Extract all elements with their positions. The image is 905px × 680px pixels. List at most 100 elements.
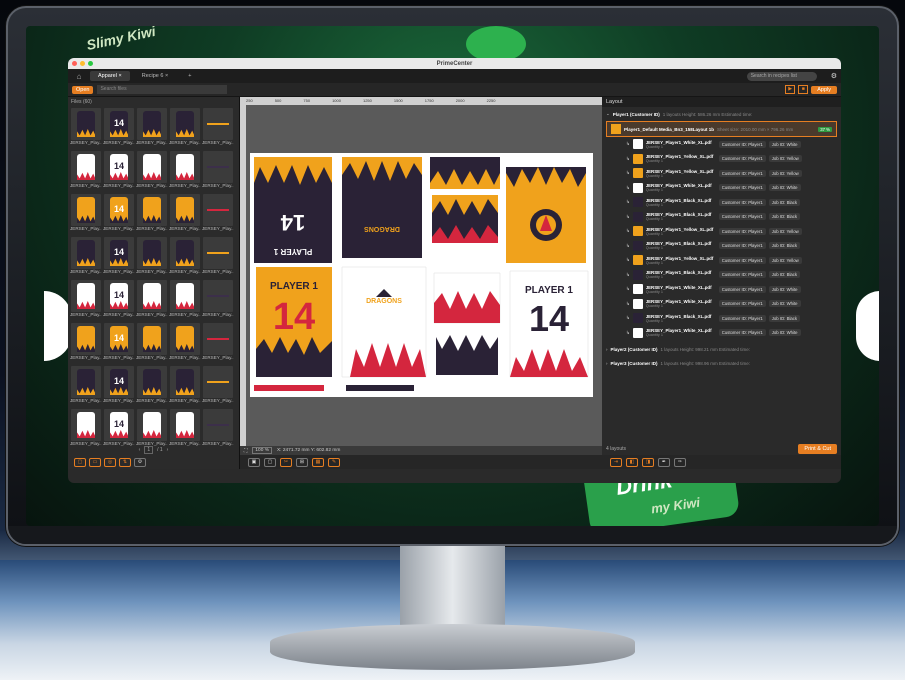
- open-button[interactable]: Open: [72, 85, 94, 94]
- zoom-level[interactable]: 100 %: [252, 447, 272, 454]
- layout-item-row[interactable]: ↳ JERSEY_Player1_Yellow_XL.pdf Quantity 1C…: [602, 152, 841, 167]
- file-thumbnail[interactable]: JERSEY_Play...: [202, 409, 234, 450]
- file-thumbnail[interactable]: JERSEY_Play...: [202, 237, 234, 278]
- file-thumbnail[interactable]: 14 JERSEY_Play...: [103, 108, 135, 149]
- play-icon[interactable]: ▶: [785, 85, 796, 94]
- file-thumbnail[interactable]: JERSEY_Play...: [136, 194, 168, 235]
- layout-item-row[interactable]: ↳ JERSEY_Player1_Yellow_XL.pdf Quantity 1C…: [602, 253, 841, 268]
- layout-item-row[interactable]: ↳ JERSEY_Player1_Black_XL.pdf Quantity 1 Cu…: [602, 195, 841, 210]
- file-thumbnail[interactable]: JERSEY_Play...: [70, 194, 102, 235]
- fit-icon[interactable]: ⛶: [244, 448, 247, 454]
- next-page-icon[interactable]: ›: [167, 447, 169, 453]
- sort-icon[interactable]: ⇅: [119, 458, 131, 467]
- file-thumbnail[interactable]: JERSEY_Play...: [169, 323, 201, 364]
- brush-icon[interactable]: ✎: [328, 457, 340, 467]
- chevron-right-icon[interactable]: ›: [606, 347, 608, 352]
- export-icon[interactable]: ⇥: [610, 457, 622, 467]
- layout-canvas[interactable]: 250 500 750 1000 1250 1500 1750 2000 2250 14 PLA…: [240, 97, 602, 469]
- file-thumbnail[interactable]: JERSEY_Play...: [169, 151, 201, 192]
- file-thumbnail[interactable]: JERSEY_Play...: [70, 366, 102, 407]
- cut-icon[interactable]: ✂: [280, 457, 292, 467]
- file-thumbnail[interactable]: JERSEY_Play...: [202, 194, 234, 235]
- file-thumbnail[interactable]: JERSEY_Play...: [202, 108, 234, 149]
- layout-item-row[interactable]: ↳ JERSEY_Player1_White_XL.pdf Quantity 1 Cu…: [602, 297, 841, 312]
- pen-alt-icon[interactable]: ✑: [674, 457, 686, 467]
- print-sheet[interactable]: 14 PLAYER 1 DRAGONS PLAYER 1 14 DRAGONS …: [250, 153, 593, 397]
- file-thumbnail[interactable]: JERSEY_Play...: [70, 323, 102, 364]
- frame-icon[interactable]: ▢: [264, 457, 276, 467]
- file-thumbnail[interactable]: JERSEY_Play...: [169, 194, 201, 235]
- print-and-cut-button[interactable]: Print & Cut: [798, 444, 837, 454]
- file-thumbnail[interactable]: JERSEY_Play...: [136, 366, 168, 407]
- recipe-search-input[interactable]: Search in recipes list: [746, 71, 817, 81]
- file-icon[interactable]: ▢: [74, 458, 86, 467]
- close-icon[interactable]: ×: [119, 73, 122, 79]
- layout-item-row[interactable]: ↳ JERSEY_Player1_Yellow_XL.pdf Quantity 1C…: [602, 224, 841, 239]
- file-thumbnail[interactable]: JERSEY_Play...: [169, 108, 201, 149]
- layout-item-row[interactable]: ↳ JERSEY_Player1_Black_XL.pdf Quantity 1 Cu…: [602, 268, 841, 283]
- tab-recipe-6[interactable]: Recipe 6 ×: [134, 71, 176, 81]
- file-thumbnail[interactable]: 14 JERSEY_Play...: [103, 366, 135, 407]
- folder-icon[interactable]: ▭: [89, 458, 101, 467]
- file-thumbnail[interactable]: 14 JERSEY_Play...: [103, 409, 135, 450]
- file-thumbnail[interactable]: JERSEY_Play...: [136, 323, 168, 364]
- file-thumbnail[interactable]: JERSEY_Play...: [136, 237, 168, 278]
- file-thumbnail[interactable]: 14 JERSEY_Play...: [103, 151, 135, 192]
- file-thumbnail[interactable]: JERSEY_Play...: [202, 280, 234, 321]
- file-thumbnail[interactable]: JERSEY_Play...: [136, 108, 168, 149]
- save-icon[interactable]: ▣: [248, 457, 260, 467]
- file-thumbnail[interactable]: 14 JERSEY_Play...: [103, 280, 135, 321]
- layout-group-player1[interactable]: ⌄ Player1 (Customer ID) 1 layouts Height…: [602, 107, 841, 121]
- new-tab-button[interactable]: +: [180, 71, 199, 81]
- file-thumbnail[interactable]: JERSEY_Play...: [202, 151, 234, 192]
- settings-icon[interactable]: ⚙: [831, 72, 837, 80]
- pen-icon[interactable]: ✒: [658, 457, 670, 467]
- stop-icon[interactable]: ■: [798, 85, 809, 94]
- layout-item-row[interactable]: ↳ JERSEY_Player1_White_XL.pdf Quantity 1 Cu…: [602, 181, 841, 196]
- file-thumbnail[interactable]: JERSEY_Play...: [169, 237, 201, 278]
- layout-group-player3[interactable]: › Player3 (Customer ID) 1 layouts Height…: [602, 356, 841, 370]
- file-thumbnail[interactable]: 14 JERSEY_Play...: [103, 237, 135, 278]
- prev-page-icon[interactable]: ‹: [139, 447, 141, 453]
- layout-item-row[interactable]: ↳ JERSEY_Player1_White_XL.pdf Quantity 1 Cu…: [602, 137, 841, 152]
- target-icon[interactable]: ◎: [104, 458, 116, 467]
- image-icon[interactable]: ▦: [312, 457, 324, 467]
- tab-apparel[interactable]: Apparel ×: [90, 71, 130, 81]
- layout-group-player2[interactable]: › Player2 (Customer ID) 1 layouts Height…: [602, 342, 841, 356]
- layout-item-row[interactable]: ↳ JERSEY_Player1_Black_XL.pdf Quantity 1 Cu…: [602, 239, 841, 254]
- layout-item-row[interactable]: ↳ JERSEY_Player1_White_XL.pdf Quantity 1 Cu…: [602, 282, 841, 297]
- layers-alt-icon[interactable]: ◨: [642, 457, 654, 467]
- file-thumbnail[interactable]: JERSEY_Play...: [70, 108, 102, 149]
- layout-items: ↳ JERSEY_Player1_White_XL.pdf Quantity 1 Cu…: [602, 137, 841, 340]
- file-thumbnail[interactable]: 14 JERSEY_Play...: [103, 194, 135, 235]
- file-thumbnail[interactable]: JERSEY_Play...: [169, 366, 201, 407]
- file-thumbnail[interactable]: JERSEY_Play...: [169, 280, 201, 321]
- close-icon[interactable]: ×: [165, 73, 168, 79]
- file-thumbnail[interactable]: JERSEY_Play...: [70, 280, 102, 321]
- layout-job-main[interactable]: Player1_Default Media_Bn3_158Layout 1b S…: [606, 121, 837, 137]
- file-thumbnail[interactable]: JERSEY_Play...: [202, 366, 234, 407]
- file-thumbnail[interactable]: JERSEY_Play...: [70, 151, 102, 192]
- file-thumbnail[interactable]: JERSEY_Play...: [169, 409, 201, 450]
- file-thumbnail[interactable]: 14 JERSEY_Play...: [103, 323, 135, 364]
- jersey-back-navy-1: 14 PLAYER 1: [254, 157, 332, 263]
- chevron-down-icon[interactable]: ⌄: [606, 111, 610, 117]
- layers-icon[interactable]: ◧: [626, 457, 638, 467]
- layout-item-row[interactable]: ↳ JERSEY_Player1_White_XL.pdf Quantity 1 Cu…: [602, 326, 841, 341]
- file-thumbnail[interactable]: JERSEY_Play...: [136, 280, 168, 321]
- layout-item-row[interactable]: ↳ JERSEY_Player1_Black_XL.pdf Quantity 1 Cu…: [602, 311, 841, 326]
- grid-icon[interactable]: ⊞: [296, 457, 308, 467]
- file-thumbnail[interactable]: JERSEY_Play...: [136, 409, 168, 450]
- file-thumbnail[interactable]: JERSEY_Play...: [202, 323, 234, 364]
- file-thumbnail[interactable]: JERSEY_Play...: [70, 409, 102, 450]
- chevron-right-icon[interactable]: ›: [606, 361, 608, 366]
- file-thumbnail[interactable]: JERSEY_Play...: [136, 151, 168, 192]
- page-number[interactable]: 1: [144, 446, 154, 454]
- home-icon[interactable]: ⌂: [72, 71, 86, 81]
- search-files-input[interactable]: Search files: [97, 85, 228, 94]
- layout-item-row[interactable]: ↳ JERSEY_Player1_Yellow_XL.pdf Quantity 1C…: [602, 166, 841, 181]
- layout-item-row[interactable]: ↳ JERSEY_Player1_Black_XL.pdf Quantity 1 Cu…: [602, 210, 841, 225]
- file-thumbnail[interactable]: JERSEY_Play...: [70, 237, 102, 278]
- gear-icon[interactable]: ⚙: [134, 458, 146, 467]
- apply-button[interactable]: Apply: [811, 85, 837, 94]
